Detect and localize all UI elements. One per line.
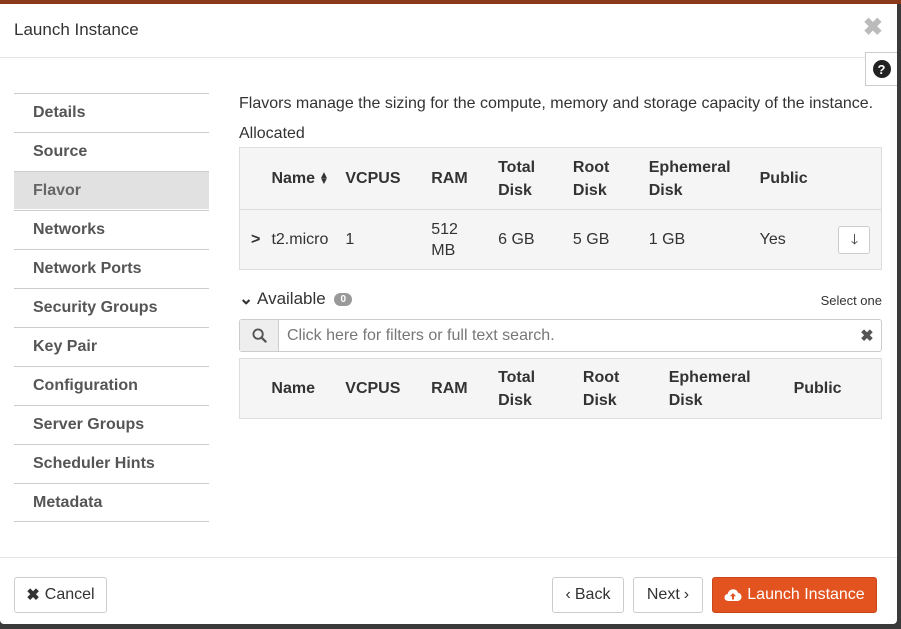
intro-text: Flavors manage the sizing for the comput… [239,95,874,112]
modal-footer: ✖ Cancel ‹ Back Next › Launch Instance [0,557,897,625]
chevron-left-icon: ‹ [565,586,571,603]
cell-ram-value: 512 [431,220,458,238]
search-input[interactable] [279,320,853,351]
modal-header: Launch Instance ✖ [0,4,897,58]
search-icon-box [240,320,279,351]
next-button[interactable]: Next › [633,577,703,613]
nav-item-configuration[interactable]: Configuration [14,366,209,404]
sort-icon: ▲ ▼ [319,169,329,187]
column-header-name[interactable]: Name [270,359,344,419]
available-table: Name VCPUS RAM Total Disk Root Disk Epheme… [239,358,882,419]
ephemeral-disk-line2: Disk [648,181,683,199]
column-header-root-disk: Root Disk [572,148,648,210]
back-button[interactable]: ‹ Back [552,577,624,613]
available-label: Available [257,289,326,308]
chevron-right-icon: › [683,586,690,603]
launch-label: Launch Instance [747,586,865,603]
column-header-vcpus: VCPUS [345,170,401,187]
nav-item-key-pair[interactable]: Key Pair [14,327,209,365]
nav-item-source[interactable]: Source [14,132,209,170]
nav-item-scheduler-hints[interactable]: Scheduler Hints [14,444,209,482]
total-disk-line2: Disk [498,391,532,409]
cell-vcpus: 1 [345,231,355,248]
column-header-total-disk: Total Disk [497,359,582,419]
clear-icon[interactable]: ✖ [853,326,881,346]
flavor-panel: Flavors manage the sizing for the comput… [239,93,882,419]
search-bar: ✖ [239,319,882,352]
ephemeral-disk-line2: Disk [668,391,703,409]
arrow-down-icon: 🡓 [850,231,859,247]
available-header-row: Name VCPUS RAM Total Disk Root Disk Epheme… [239,358,882,419]
nav-item-server-groups[interactable]: Server Groups [14,405,209,443]
cell-public: Yes [759,231,786,248]
total-disk-line1: Total [498,368,536,386]
available-toggle[interactable]: ⌄ Available 0 [239,289,353,309]
column-header-public: Public [793,380,842,397]
ephemeral-disk-line1: Ephemeral [648,158,731,176]
nav-item-flavor[interactable]: Flavor [14,171,209,209]
allocated-label: Allocated [239,125,305,142]
root-disk-line2: Disk [582,391,617,409]
close-icon[interactable]: ✖ [863,16,883,40]
nav-item-networks[interactable]: Networks [14,210,209,248]
search-icon [251,328,267,343]
root-disk-line1: Root [582,368,620,386]
available-header: ⌄ Available 0 Select one [239,286,882,314]
nav-item-network-ports[interactable]: Network Ports [14,249,209,287]
column-name-label: Name [271,170,316,187]
column-header-total-disk: Total Disk [497,148,572,210]
root-disk-line1: Root [572,158,610,176]
column-header-root-disk: Root Disk [582,359,668,419]
launch-instance-modal: Launch Instance ✖ ? Details Source Flavo… [0,4,897,624]
available-count-badge: 0 [334,293,353,307]
total-disk-line1: Total [498,158,536,176]
root-disk-line2: Disk [572,181,607,199]
column-header-vcpus: VCPUS [345,380,401,397]
cloud-upload-icon [724,589,742,601]
nav-item-details[interactable]: Details [14,93,209,131]
column-header-ram: RAM [431,170,468,187]
wizard-nav: Details Source Flavor Networks Network P… [14,93,209,523]
cell-ephemeral-disk: 1 GB [648,231,686,248]
column-header-public: Public [759,170,808,187]
modal-title: Launch Instance [14,20,139,39]
times-icon: ✖ [26,587,40,604]
allocated-header-row: Name ▲ ▼ VCPUS RAM Total Disk Root Disk Ephe… [239,147,882,210]
chevron-down-icon: ⌄ [239,289,254,308]
column-header-name[interactable]: Name ▲ ▼ [270,148,344,210]
cancel-button[interactable]: ✖ Cancel [14,577,107,613]
deallocate-button[interactable]: 🡓 [838,225,871,254]
next-label: Next [646,586,680,603]
cell-root-disk: 5 GB [572,231,610,248]
help-icon: ? [872,60,891,78]
column-header-ram: RAM [431,380,468,397]
back-label: Back [574,586,611,603]
nav-item-metadata[interactable]: Metadata [14,483,209,522]
column-header-ephemeral-disk: Ephemeral Disk [648,148,759,210]
launch-instance-button[interactable]: Launch Instance [712,577,877,613]
cell-name: t2.micro [271,231,329,248]
nav-item-security-groups[interactable]: Security Groups [14,288,209,326]
cell-total-disk: 6 GB [498,231,535,248]
table-row: > t2.micro 1 512 MB 6 GB 5 GB 1 GB Yes 🡓 [239,209,882,270]
help-button[interactable]: ? [865,52,897,86]
select-one-hint: Select one [820,293,882,308]
allocated-table: Name ▲ ▼ VCPUS RAM Total Disk Root Disk Ephe… [239,147,882,270]
cell-ram-unit: MB [431,241,456,259]
cancel-label: Cancel [44,586,95,603]
cell-ram: 512 MB [430,210,497,270]
total-disk-line2: Disk [498,181,532,199]
column-header-ephemeral-disk: Ephemeral Disk [668,359,793,419]
ephemeral-disk-line1: Ephemeral [668,368,751,386]
chevron-right-icon[interactable]: > [241,231,260,248]
